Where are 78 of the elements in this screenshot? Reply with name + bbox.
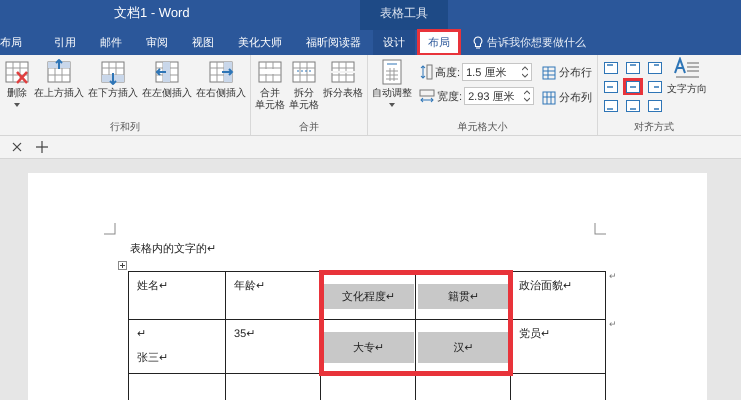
ribbon-button[interactable]: 在上方插入 — [33, 57, 85, 102]
shaded-cell-text: 大专↵ — [323, 332, 414, 363]
align-icon — [626, 100, 640, 112]
ribbon-tab[interactable]: 引用 — [42, 30, 88, 55]
align-icon — [648, 100, 662, 112]
cell-text: ↵ 张三↵ — [137, 328, 168, 365]
ribbon-tab[interactable]: 布局 — [417, 29, 461, 56]
distribute-columns-icon — [542, 90, 556, 104]
align-icon — [626, 80, 640, 92]
cell-text: 政治面貌↵ — [519, 280, 572, 294]
close-icon[interactable] — [12, 142, 22, 152]
group-label: 对齐方式 — [633, 120, 676, 135]
insert-row-above-icon — [46, 59, 72, 85]
distribute-rows-button[interactable]: 分布行 — [540, 63, 594, 82]
ribbon-button[interactable]: 在下方插入 — [87, 57, 139, 102]
align-icon — [604, 62, 618, 74]
row-end-mark: ↵ — [609, 319, 617, 331]
add-icon[interactable] — [36, 141, 48, 153]
ribbon-button[interactable]: 合并 单元格 — [254, 57, 286, 114]
width-field[interactable]: 2.93 厘米 — [464, 87, 534, 105]
lightbulb-icon — [473, 36, 483, 50]
window-title: 文档1 - Word — [114, 4, 191, 22]
distribute-rows-icon — [542, 66, 556, 80]
row-height-icon — [419, 64, 433, 80]
align-button[interactable] — [623, 78, 644, 95]
margin-corner-mark — [104, 223, 116, 235]
ribbon-button[interactable]: 删除 — [3, 57, 31, 109]
ribbon-tab[interactable]: 审阅 — [134, 30, 180, 55]
ribbon-tab[interactable]: 福昕阅读器 — [294, 30, 373, 55]
table-move-handle-icon[interactable] — [118, 261, 127, 270]
cell-text: 党员↵ — [519, 328, 550, 342]
distribute-columns-button[interactable]: 分布列 — [540, 88, 594, 107]
group-label: 合并 — [298, 120, 320, 135]
spinner-arrows-icon[interactable] — [522, 66, 528, 78]
row-end-mark: ↵ — [609, 271, 617, 283]
ribbon-tab[interactable]: 邮件 — [88, 30, 134, 55]
align-icon — [604, 80, 618, 92]
column-width-icon — [419, 89, 435, 103]
height-label: 高度: — [435, 66, 460, 80]
align-icon — [648, 80, 662, 92]
height-field[interactable]: 1.5 厘米 — [462, 63, 532, 81]
ribbon-tab[interactable]: 布局 — [0, 30, 42, 55]
group-label: 行和列 — [109, 120, 141, 135]
paragraph-text: 表格内的文字的↵ — [130, 242, 216, 256]
align-icon — [626, 62, 640, 74]
align-icon — [648, 62, 662, 74]
ribbon-button[interactable]: 在左侧插入 — [141, 57, 193, 102]
ribbon-button[interactable]: 在右侧插入 — [195, 57, 247, 102]
tell-me-field[interactable]: 告诉我你想要做什么 — [487, 35, 586, 50]
caret-icon — [14, 103, 20, 107]
cell-text: 年龄↵ — [234, 280, 266, 294]
table-delete-icon — [4, 59, 30, 85]
shaded-cell-text: 籍贯↵ — [418, 284, 509, 309]
width-label: 宽度: — [437, 90, 462, 104]
shaded-cell-text: 文化程度↵ — [323, 284, 414, 309]
text-direction-button[interactable]: 文字方向 — [667, 57, 708, 96]
insert-column-right-icon — [208, 59, 234, 85]
ribbon-tab[interactable]: 视图 — [180, 30, 226, 55]
autofit-icon — [381, 59, 403, 85]
spinner-arrows-icon[interactable] — [524, 90, 530, 102]
split-cells-icon — [291, 59, 317, 85]
ribbon-button[interactable]: 拆分 单元格 — [288, 57, 320, 114]
autofit-button[interactable]: 自动调整 — [371, 57, 413, 109]
context-title: 表格工具 — [360, 0, 448, 30]
shaded-cell-text: 汉↵ — [418, 332, 509, 363]
cell-text: 姓名↵ — [137, 280, 168, 294]
merge-cells-icon — [257, 59, 283, 85]
ribbon-button[interactable]: 拆分表格 — [322, 57, 364, 102]
ribbon-tab[interactable]: 美化大师 — [226, 30, 294, 55]
split-table-icon — [330, 59, 356, 85]
margin-corner-mark — [594, 223, 606, 235]
caret-icon — [389, 103, 395, 107]
insert-row-below-icon — [100, 59, 126, 85]
ribbon-tab[interactable]: 设计 — [373, 30, 415, 55]
cell-text: 35↵ — [234, 328, 256, 342]
group-label: 单元格大小 — [456, 120, 509, 135]
align-icon — [604, 100, 618, 112]
insert-column-left-icon — [154, 59, 180, 85]
